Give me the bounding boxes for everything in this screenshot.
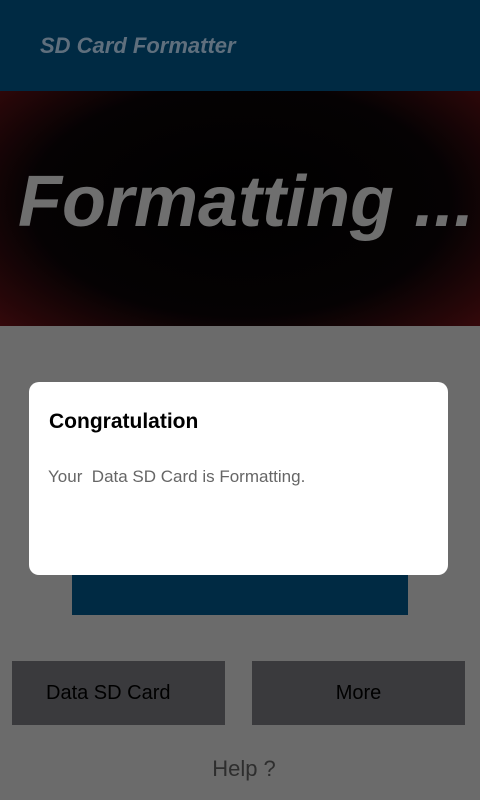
dialog-title: Congratulation <box>49 410 199 433</box>
formatting-banner: Formatting ... <box>0 91 480 326</box>
app-title: SD Card Formatter <box>40 33 236 58</box>
help-link[interactable]: Help ? <box>0 756 480 782</box>
congratulation-dialog: Congratulation Your Data SD Card is Form… <box>29 382 448 575</box>
app-bar: SD Card Formatter <box>0 0 480 91</box>
data-sd-card-button[interactable]: Data SD Card <box>12 661 225 725</box>
banner-text: Formatting ... <box>18 162 474 242</box>
dialog-message: Your Data SD Card is Formatting. <box>48 467 306 486</box>
more-button[interactable]: More <box>252 661 465 725</box>
format-button[interactable] <box>72 574 408 615</box>
